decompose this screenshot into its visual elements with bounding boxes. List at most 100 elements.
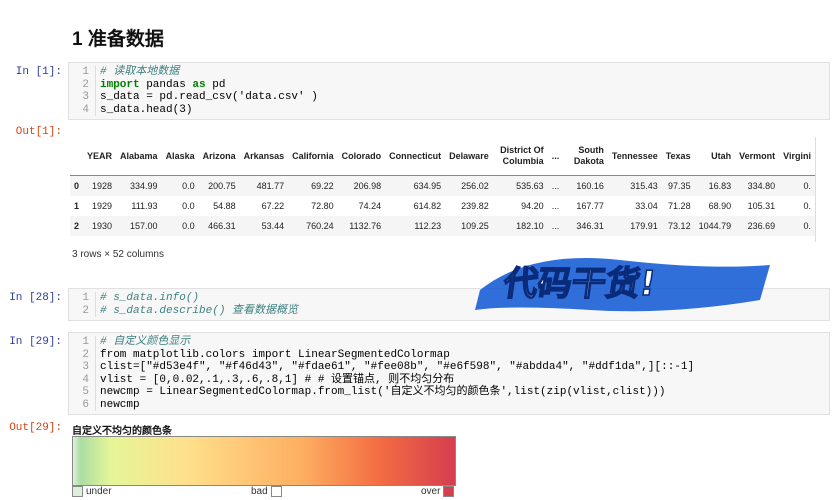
table-cell: 109.25	[445, 216, 493, 236]
over-swatch	[443, 486, 455, 497]
table-cell: 206.98	[337, 175, 386, 196]
table-cell: 0.0	[182, 201, 195, 211]
watermark-text: 代码干货!	[500, 264, 658, 304]
table-cell: 157.00	[116, 216, 162, 236]
table-cell: 0.0	[161, 216, 199, 236]
table-cell: 69.22	[288, 175, 338, 196]
table-cell: 256.02	[445, 175, 493, 196]
code-line: clist=["#d53e4f", "#f46d43", "#fdae61", …	[100, 361, 695, 373]
column-header: District Of Columbia	[492, 137, 548, 176]
table-cell: 0.	[803, 201, 811, 211]
table-cell: 535.63	[492, 175, 548, 196]
row-index: 0	[70, 175, 84, 196]
column-header: Delaware	[445, 137, 493, 176]
table-cell: 71.28	[668, 201, 691, 211]
table-cell: 182.10	[492, 216, 548, 236]
table-cell: 1930	[83, 216, 117, 236]
code-line: # s_data.info()	[100, 292, 200, 304]
table-cell: 97.35	[661, 175, 695, 196]
column-header: Colorado	[337, 137, 386, 176]
table-cell: 105.31	[747, 201, 776, 211]
table-cell: 634.95	[385, 175, 446, 196]
table-cell: 68.90	[708, 201, 732, 211]
table-cell: 72.80	[311, 201, 334, 211]
table-cell: 160.16	[563, 175, 608, 196]
table-cell: 111.93	[131, 201, 158, 211]
legend-bad: bad	[251, 486, 282, 497]
code-line: # 自定义颜色显示	[100, 336, 191, 348]
under-label: under	[86, 486, 112, 497]
table-cell: 200.75	[198, 175, 240, 196]
table-cell: 179.91	[607, 216, 662, 236]
table-cell: 54.88	[213, 201, 236, 211]
table-cell: 167.77	[576, 201, 604, 211]
column-header: Arizona	[198, 137, 240, 176]
out-1-prompt: Out[1]:	[15, 126, 62, 138]
row-index: 1	[74, 200, 80, 211]
column-header: South Dakota	[563, 137, 608, 176]
table-cell: 1044.79	[694, 216, 736, 236]
table-cell: 466.31	[198, 216, 240, 236]
under-swatch	[72, 486, 83, 497]
bad-swatch	[270, 486, 282, 497]
code-cell-1[interactable]: 1 # 读取本地数据 2 import pandas as pd 3 s_data =…	[68, 62, 830, 120]
column-header: Utah	[694, 137, 736, 176]
table-cell: 760.24	[288, 216, 338, 236]
watermark-stamp: 代码干货!	[475, 258, 770, 312]
code-cell-29[interactable]: 1 # 自定义颜色显示 2 from matplotlib.colors impor…	[68, 332, 830, 415]
table-cell: 481.77	[239, 175, 289, 196]
column-header: Virgini	[779, 137, 815, 176]
table-row: 1 1929 111.93 0.0 54.88 67.22 72.80 74.24 614.82…	[70, 196, 815, 216]
table-cell: ...	[547, 216, 564, 236]
table-row: 0 1928 334.99 0.0 200.75 481.77 69.22 206.98 634…	[70, 175, 815, 196]
table-cell: 1132.76	[337, 216, 386, 236]
table-cell: 67.22	[261, 201, 285, 211]
column-header: Tennessee	[607, 137, 662, 176]
code-line: import pandas as pd	[100, 78, 226, 91]
table-cell: 74.24	[358, 201, 382, 211]
column-header: Alabama	[116, 137, 162, 176]
table-cell: 239.82	[461, 201, 489, 211]
code-line: # 读取本地数据	[100, 66, 180, 78]
column-header	[70, 137, 84, 176]
code-line: from matplotlib.colors import LinearSegm…	[100, 348, 450, 361]
cell-29-prompt: In [29]:	[9, 336, 62, 348]
code-line: vlist = [0,0.02,.1,.3,.6,.8,1] # # 设置锚点,…	[100, 373, 455, 386]
over-label: over	[421, 486, 441, 497]
table-cell: 334.99	[116, 175, 162, 196]
table-cell: 0.0	[161, 175, 199, 196]
code-line: s_data.head(3)	[100, 103, 193, 116]
table-cell: 236.69	[735, 216, 780, 236]
table-cell: 1928	[83, 175, 117, 196]
column-header: Connecticut	[385, 137, 446, 176]
column-header: Arkansas	[239, 137, 289, 176]
table-cell: ...	[547, 175, 564, 196]
table-cell: 346.31	[563, 216, 608, 236]
colormap-bar	[72, 436, 456, 486]
section-heading: 1 准备数据	[72, 29, 164, 50]
column-header: Vermont	[735, 137, 780, 176]
table-cell: 315.43	[607, 175, 662, 196]
code-line: # s_data.describe() 查看数据概览	[100, 304, 299, 317]
table-cell: 0.	[779, 175, 815, 196]
table-cell: 112.23	[385, 216, 446, 236]
table-cell: 53.44	[239, 216, 289, 236]
dataframe-shape: 3 rows × 52 columns	[72, 249, 164, 260]
column-header: YEAR	[83, 137, 117, 176]
table-cell: 73.12	[661, 216, 695, 236]
out-29-prompt: Out[29]:	[9, 422, 62, 434]
bad-label: bad	[251, 486, 268, 497]
column-header: California	[288, 137, 338, 176]
table-cell: 94.20	[521, 201, 544, 211]
column-header: Alaska	[161, 137, 199, 176]
column-header: ...	[547, 137, 564, 176]
dataframe-output: YEAR Alabama Alaska Arizona Arkansas Californ…	[70, 137, 816, 242]
table-cell: 16.83	[694, 175, 736, 196]
colormap-title: 自定义不均匀的颜色条	[72, 426, 172, 437]
table-cell: 614.82	[413, 201, 442, 211]
table-cell: ...	[551, 201, 560, 211]
legend-over: over	[421, 486, 455, 497]
cell-1-prompt: In [1]:	[15, 66, 62, 78]
table-cell: 33.04	[635, 201, 658, 211]
code-line: newcmp	[100, 398, 140, 411]
